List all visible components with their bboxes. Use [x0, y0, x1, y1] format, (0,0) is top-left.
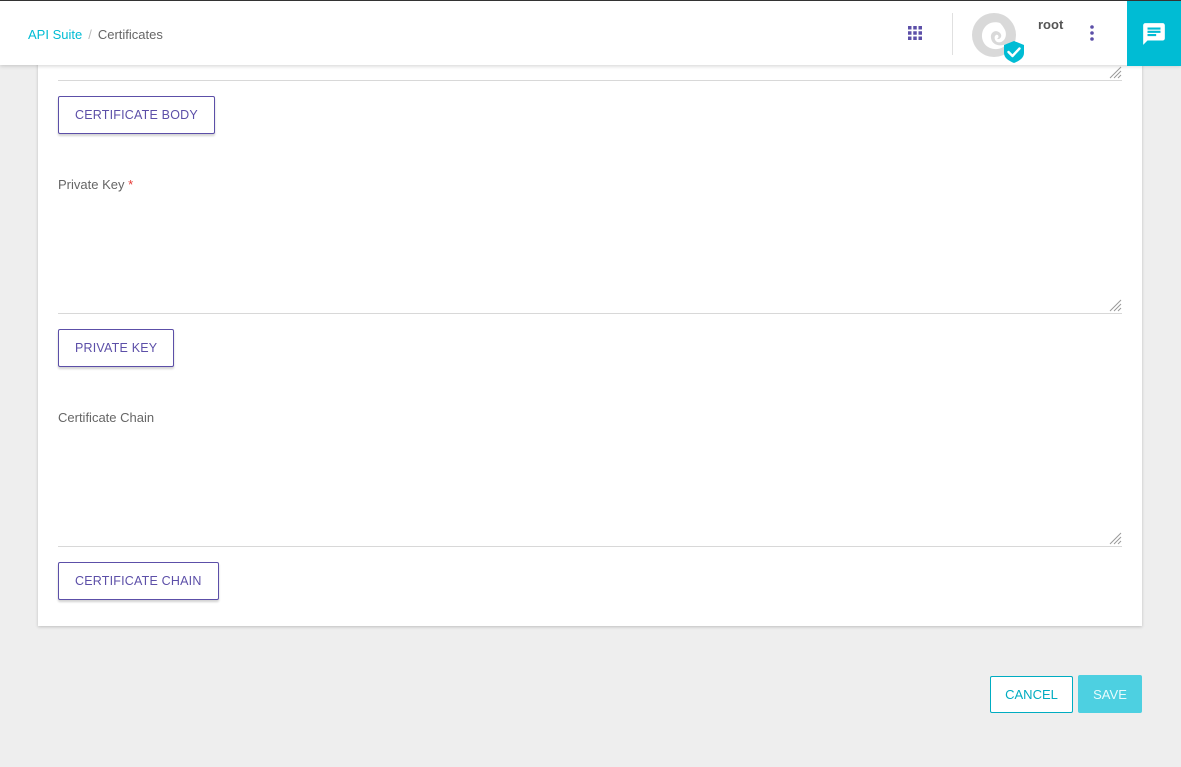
breadcrumb: API Suite / Certificates [28, 27, 163, 42]
breadcrumb-current: Certificates [97, 27, 163, 42]
breadcrumb-api-suite-link[interactable]: API Suite [28, 27, 82, 42]
resize-handle-icon[interactable] [1108, 531, 1122, 545]
header-divider [952, 13, 953, 55]
top-app-bar: API Suite / Certificates root [0, 0, 1181, 66]
resize-handle-icon[interactable] [1108, 298, 1122, 312]
kebab-menu-icon[interactable] [1086, 23, 1098, 43]
certificate-form-card: CERTIFICATE BODY Private Key * PRIVATE K… [38, 0, 1142, 626]
private-key-textarea[interactable] [58, 200, 1122, 314]
certificate-chain-label: Certificate Chain [58, 410, 155, 425]
certificate-chain-textarea[interactable] [58, 433, 1122, 547]
breadcrumb-separator: / [88, 27, 92, 42]
resize-handle-icon[interactable] [1108, 65, 1122, 79]
chat-icon [1143, 23, 1165, 45]
certificate-chain-upload-button[interactable]: CERTIFICATE CHAIN [58, 562, 219, 600]
save-button[interactable]: SAVE [1078, 675, 1142, 713]
private-key-label: Private Key * [58, 177, 133, 192]
certificate-body-upload-button[interactable]: CERTIFICATE BODY [58, 96, 215, 134]
apps-grid-icon[interactable] [907, 25, 923, 41]
certificate-body-textarea[interactable] [58, 66, 1122, 81]
chat-button[interactable] [1127, 1, 1181, 66]
required-asterisk: * [128, 177, 134, 192]
cancel-button[interactable]: CANCEL [990, 676, 1073, 713]
avatar-verified-icon[interactable] [970, 11, 1026, 63]
private-key-upload-button[interactable]: PRIVATE KEY [58, 329, 175, 367]
user-name: root [1038, 17, 1064, 32]
private-key-label-text: Private Key [58, 177, 125, 192]
